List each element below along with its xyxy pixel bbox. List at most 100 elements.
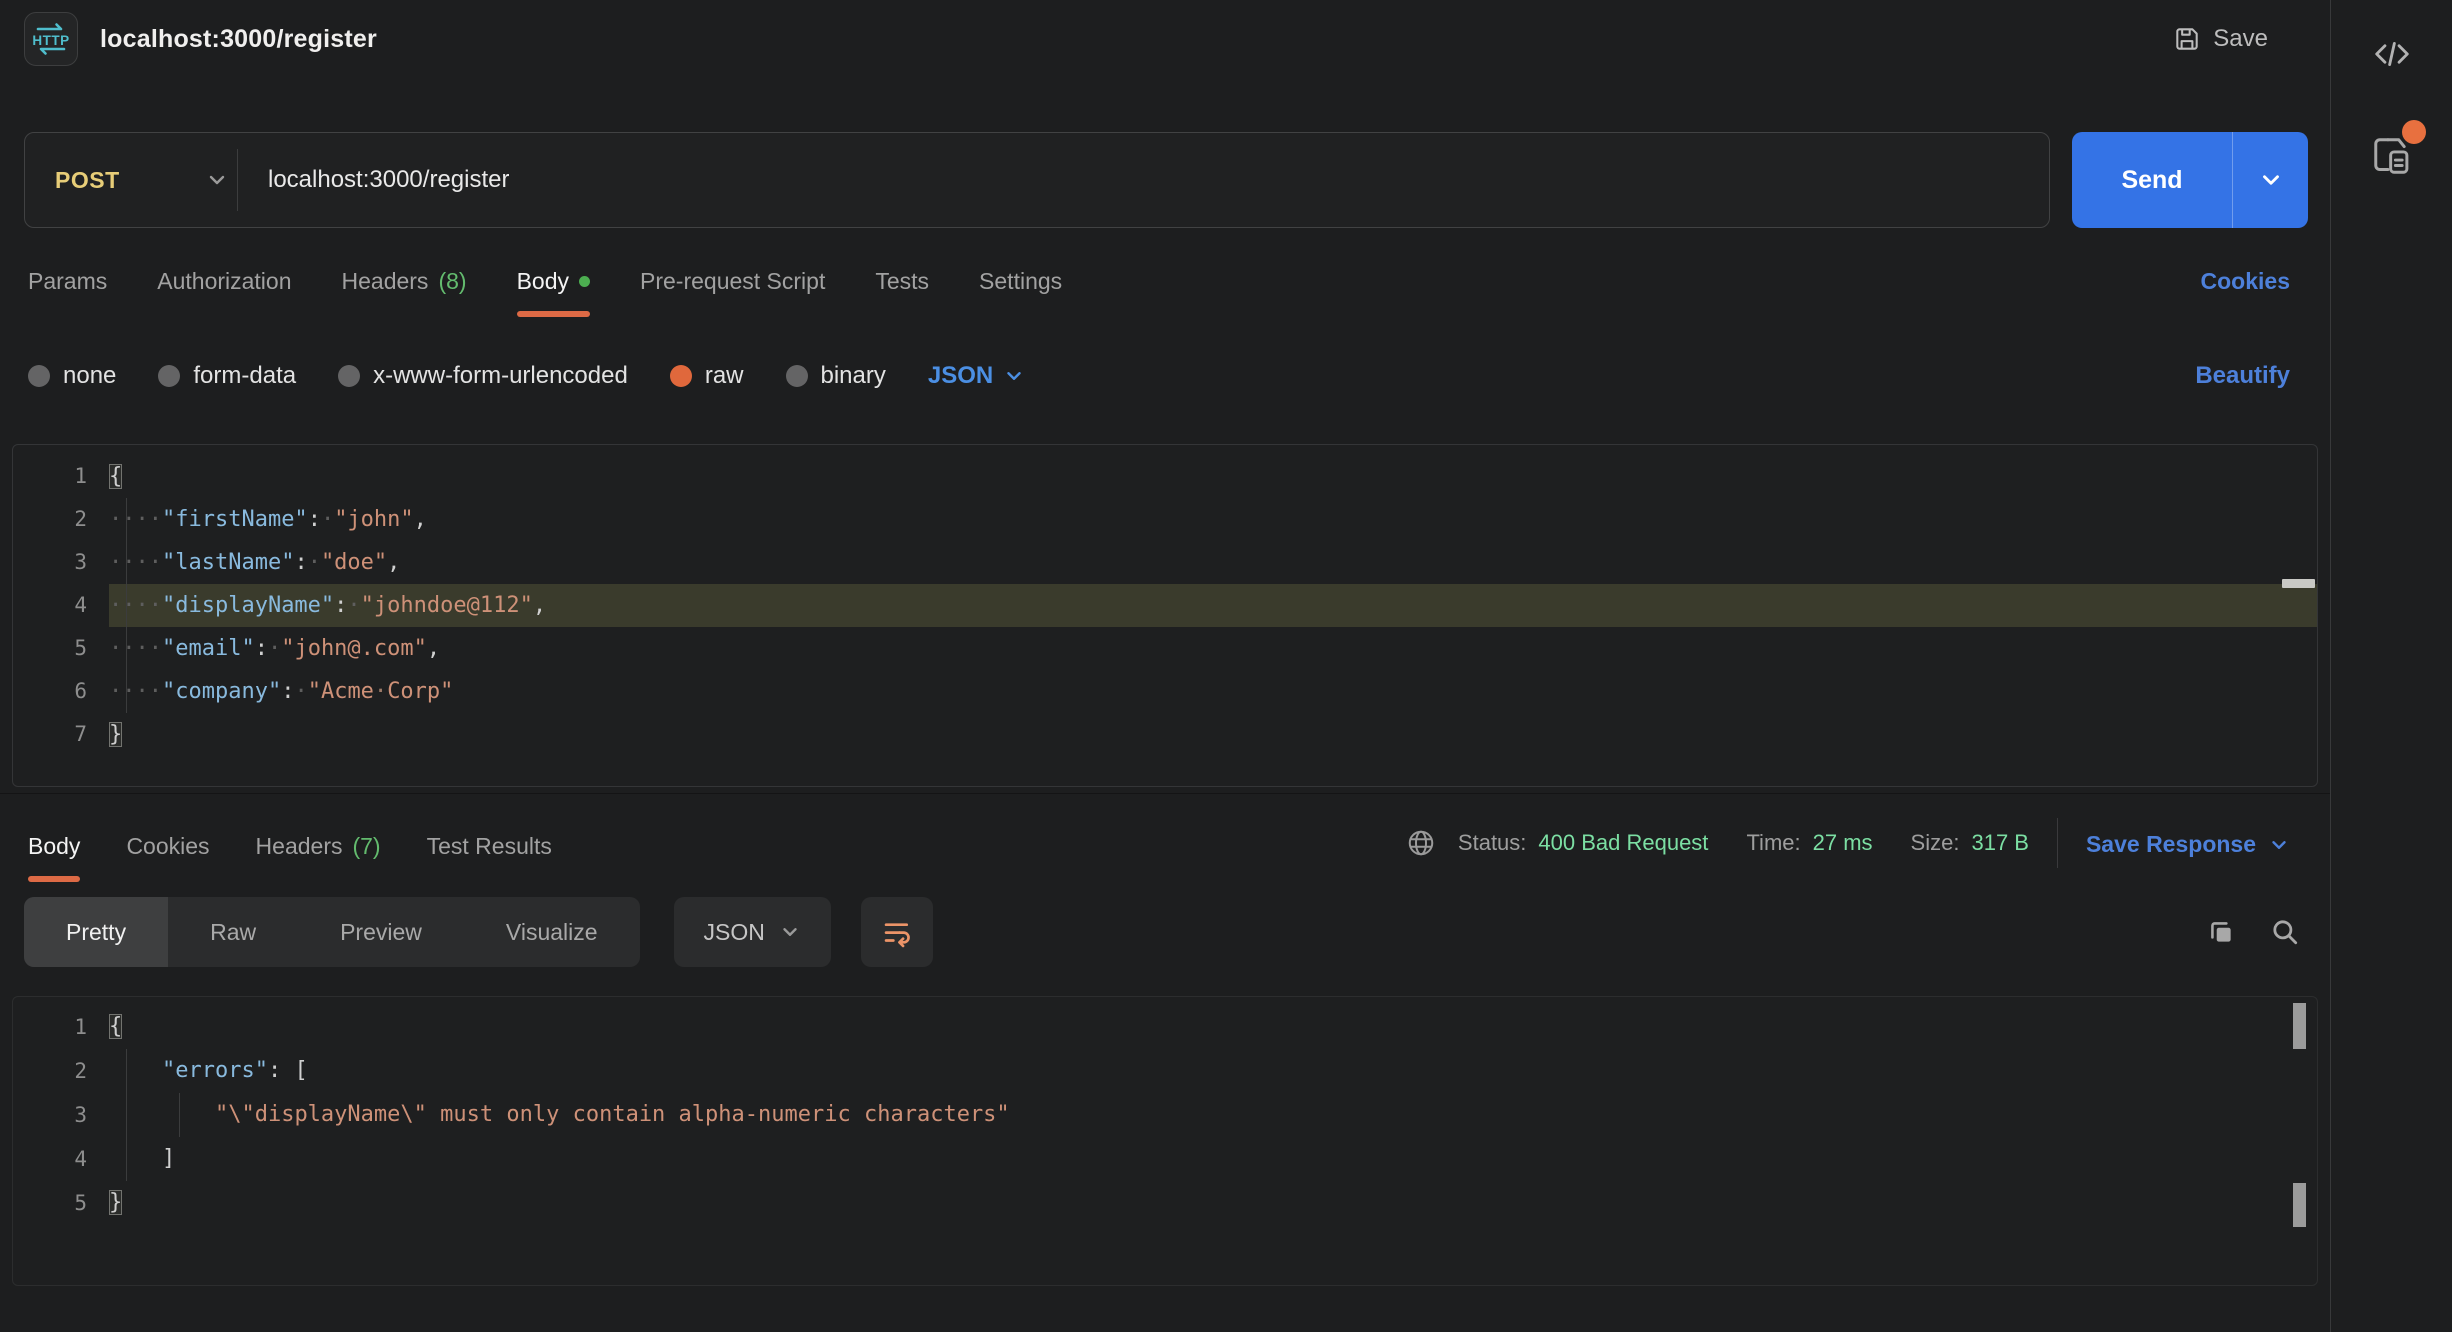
radio-icon xyxy=(786,365,808,387)
code-line[interactable]: 7} xyxy=(13,713,2317,756)
response-format-select[interactable]: JSON xyxy=(674,897,831,967)
send-options-button[interactable] xyxy=(2233,132,2308,228)
radio-none[interactable]: none xyxy=(28,362,116,390)
view-pretty[interactable]: Pretty xyxy=(24,897,168,967)
line-number: 1 xyxy=(13,1005,109,1049)
url-input[interactable]: localhost:3000/register xyxy=(268,166,509,194)
line-content: { xyxy=(109,455,2317,498)
code-line[interactable]: 4····"displayName":·"johndoe@112", xyxy=(13,584,2317,627)
beautify-link[interactable]: Beautify xyxy=(2195,362,2290,390)
line-number: 6 xyxy=(13,670,109,713)
line-number: 3 xyxy=(13,1093,109,1137)
line-content: ····"email":·"john@.com", xyxy=(109,627,2317,670)
response-header: Body Cookies Headers(7) Test Results Sta xyxy=(0,794,2330,882)
code-line[interactable]: 4 ] xyxy=(13,1137,2317,1181)
method-label: POST xyxy=(55,167,120,194)
code-line[interactable]: 1{ xyxy=(13,455,2317,498)
response-editor[interactable]: 1{2 "errors": [3 "\"displayName\" must o… xyxy=(12,996,2318,1286)
method-url-box: POST localhost:3000/register xyxy=(24,132,2050,228)
response-section: Body Cookies Headers(7) Test Results Sta xyxy=(0,793,2330,1286)
response-tabs: Body Cookies Headers(7) Test Results xyxy=(28,833,552,882)
response-tools xyxy=(2206,917,2300,947)
line-number: 4 xyxy=(13,1137,109,1181)
radio-selected-icon xyxy=(670,365,692,387)
right-sidebar xyxy=(2330,0,2452,1332)
tab-headers[interactable]: Headers(8) xyxy=(342,268,467,317)
line-number: 5 xyxy=(13,1181,109,1225)
line-content: "errors": [ xyxy=(109,1049,2317,1093)
divider xyxy=(237,149,238,211)
line-number: 7 xyxy=(13,713,109,756)
tab-settings[interactable]: Settings xyxy=(979,268,1062,317)
send-button[interactable]: Send xyxy=(2072,132,2232,228)
response-tab-headers[interactable]: Headers(7) xyxy=(256,833,381,882)
wrap-text-button[interactable] xyxy=(861,897,933,967)
indent-guide xyxy=(179,1093,180,1137)
scrollbar-mark[interactable] xyxy=(2293,1003,2306,1049)
tab-pre-request-script[interactable]: Pre-request Script xyxy=(640,268,825,317)
search-icon[interactable] xyxy=(2270,917,2300,947)
chevron-down-icon xyxy=(2268,834,2290,856)
tab-params[interactable]: Params xyxy=(28,268,107,317)
save-button[interactable]: Save xyxy=(2173,25,2268,53)
documentation-button[interactable] xyxy=(2364,128,2420,184)
code-line[interactable]: 6····"company":·"Acme·Corp" xyxy=(13,670,2317,713)
status-value: 400 Bad Request xyxy=(1538,830,1708,856)
request-editor[interactable]: 1{2····"firstName":·"john",3····"lastNam… xyxy=(12,444,2318,787)
send-split-button: Send xyxy=(2072,132,2308,228)
method-select[interactable]: POST xyxy=(25,167,237,194)
tab-body[interactable]: Body xyxy=(517,268,590,317)
app-window: HTTP localhost:3000/register Save xyxy=(0,0,2452,1332)
radio-form-data[interactable]: form-data xyxy=(158,362,296,390)
radio-binary[interactable]: binary xyxy=(786,362,886,390)
headers-count: (8) xyxy=(438,268,466,295)
scrollbar-mark[interactable] xyxy=(2293,1183,2306,1227)
save-response-button[interactable]: Save Response xyxy=(2086,831,2290,882)
code-line[interactable]: 3 "\"displayName\" must only contain alp… xyxy=(13,1093,2317,1137)
raw-format-label: JSON xyxy=(928,362,993,390)
line-number: 2 xyxy=(13,498,109,541)
code-line[interactable]: 5} xyxy=(13,1181,2317,1225)
response-tab-cookies[interactable]: Cookies xyxy=(126,833,209,882)
line-number: 2 xyxy=(13,1049,109,1093)
tab-tests[interactable]: Tests xyxy=(875,268,929,317)
line-number: 4 xyxy=(13,584,109,627)
view-preview[interactable]: Preview xyxy=(298,897,464,967)
code-line[interactable]: 2····"firstName":·"john", xyxy=(13,498,2317,541)
code-line[interactable]: 3····"lastName":·"doe", xyxy=(13,541,2317,584)
main-column: HTTP localhost:3000/register Save xyxy=(0,0,2330,1332)
code-snippet-button[interactable] xyxy=(2364,26,2420,82)
size-label: Size: xyxy=(1911,830,1960,856)
time-value: 27 ms xyxy=(1813,830,1873,856)
line-content: ····"firstName":·"john", xyxy=(109,498,2317,541)
copy-icon[interactable] xyxy=(2206,917,2236,947)
chevron-down-icon xyxy=(779,921,801,943)
response-format-label: JSON xyxy=(704,919,765,946)
response-headers-count: (7) xyxy=(352,833,380,860)
radio-raw[interactable]: raw xyxy=(670,362,744,390)
line-content: ····"displayName":·"johndoe@112", xyxy=(109,584,2317,627)
globe-icon xyxy=(1406,828,1436,858)
response-status-group: Status: 400 Bad Request Time: 27 ms Size… xyxy=(1406,828,2029,882)
line-content: ] xyxy=(109,1137,2317,1181)
view-visualize[interactable]: Visualize xyxy=(464,897,640,967)
code-line[interactable]: 1{ xyxy=(13,1005,2317,1049)
line-content: { xyxy=(109,1005,2317,1049)
cookies-link[interactable]: Cookies xyxy=(2201,268,2290,295)
line-number: 5 xyxy=(13,627,109,670)
scrollbar-thumb[interactable] xyxy=(2282,579,2315,588)
view-raw[interactable]: Raw xyxy=(168,897,298,967)
code-line[interactable]: 2 "errors": [ xyxy=(13,1049,2317,1093)
response-tab-test-results[interactable]: Test Results xyxy=(427,833,552,882)
line-content: "\"displayName\" must only contain alpha… xyxy=(109,1093,2317,1137)
radio-x-www-form-urlencoded[interactable]: x-www-form-urlencoded xyxy=(338,362,628,390)
body-content-dot xyxy=(579,276,590,287)
response-tab-body[interactable]: Body xyxy=(28,833,80,882)
code-line[interactable]: 5····"email":·"john@.com", xyxy=(13,627,2317,670)
radio-icon xyxy=(338,365,360,387)
line-content: } xyxy=(109,713,2317,756)
radio-icon xyxy=(28,365,50,387)
http-request-badge: HTTP xyxy=(24,12,78,66)
tab-authorization[interactable]: Authorization xyxy=(157,268,291,317)
raw-format-select[interactable]: JSON xyxy=(928,362,1025,390)
